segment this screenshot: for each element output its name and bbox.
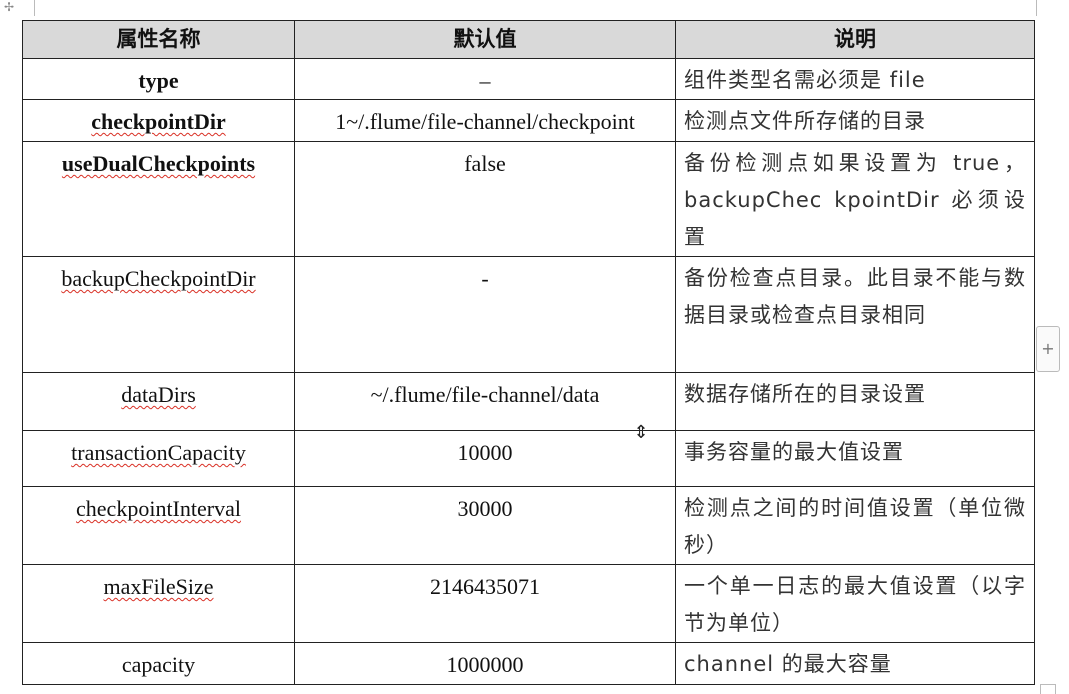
table-row: capacity 1000000 channel 的最大容量 xyxy=(22,642,1035,685)
table-row: type – 组件类型名需必须是 file xyxy=(22,58,1035,100)
table-row: maxFileSize 2146435071 一个单一日志的最大值设置（以字节为… xyxy=(22,564,1035,643)
property-name-cell: checkpointDir xyxy=(22,99,295,142)
property-name-cell: backupCheckpointDir xyxy=(22,256,295,373)
header-description: 说明 xyxy=(675,20,1035,59)
table-row: useDualCheckpoints false 备份检测点如果设置为 true… xyxy=(22,141,1035,257)
property-name-cell: transactionCapacity xyxy=(22,430,295,487)
properties-table: 属性名称 默认值 说明 type – 组件类型名需必须是 file checkp… xyxy=(22,20,1035,685)
description: 备份检查点目录。此目录不能与数据目录或检查点目录相同 xyxy=(675,256,1035,373)
margin-marker-right xyxy=(1036,0,1037,16)
row-resize-cursor-icon: ⇕ xyxy=(633,422,649,443)
property-name-cell: maxFileSize xyxy=(22,564,295,643)
property-name-cell: dataDirs xyxy=(22,372,295,431)
description: 检测点之间的时间值设置（单位微秒） xyxy=(675,486,1035,565)
property-name: capacity xyxy=(22,642,295,685)
default-value: – xyxy=(294,58,676,100)
property-name: checkpointInterval xyxy=(76,496,241,521)
description: 数据存储所在的目录设置 xyxy=(675,372,1035,431)
default-value: false xyxy=(294,141,676,257)
add-column-icon[interactable]: + xyxy=(1036,326,1060,372)
default-value: 2146435071 xyxy=(294,564,676,643)
default-value: - xyxy=(294,256,676,373)
description: 备份检测点如果设置为 true，backupChec kpointDir 必须设… xyxy=(675,141,1035,257)
default-value: 1000000 xyxy=(294,642,676,685)
default-value: 1~/.flume/file-channel/checkpoint xyxy=(294,99,676,142)
table-row: dataDirs ~/.flume/file-channel/data 数据存储… xyxy=(22,372,1035,431)
table-row: checkpointDir 1~/.flume/file-channel/che… xyxy=(22,99,1035,142)
property-name-cell: checkpointInterval xyxy=(22,486,295,565)
description: 检测点文件所存储的目录 xyxy=(675,99,1035,142)
property-name: transactionCapacity xyxy=(71,440,246,465)
default-value: ~/.flume/file-channel/data xyxy=(294,372,676,431)
table-row: backupCheckpointDir - 备份检查点目录。此目录不能与数据目录… xyxy=(22,256,1035,373)
description: 一个单一日志的最大值设置（以字节为单位） xyxy=(675,564,1035,643)
property-name: type xyxy=(22,58,295,100)
header-default-value: 默认值 xyxy=(294,20,676,59)
description: 组件类型名需必须是 file xyxy=(675,58,1035,100)
property-name: backupCheckpointDir xyxy=(61,266,256,291)
table-row: checkpointInterval 30000 检测点之间的时间值设置（单位微… xyxy=(22,486,1035,565)
property-name: dataDirs xyxy=(121,382,196,407)
property-name: checkpointDir xyxy=(91,109,226,134)
table-row: transactionCapacity 10000 事务容量的最大值设置 xyxy=(22,430,1035,487)
description: 事务容量的最大值设置 xyxy=(675,430,1035,487)
property-name-cell: useDualCheckpoints xyxy=(22,141,295,257)
property-name: useDualCheckpoints xyxy=(61,151,256,176)
table-header-row: 属性名称 默认值 说明 xyxy=(22,20,1035,59)
margin-marker-left xyxy=(34,0,35,16)
document-page: ✢ 属性名称 默认值 说明 type – 组件类型名需必须是 file chec… xyxy=(0,0,1069,694)
page-corner-mark xyxy=(1040,684,1056,694)
property-name: maxFileSize xyxy=(103,574,214,599)
default-value: 10000 xyxy=(294,430,676,487)
default-value: 30000 xyxy=(294,486,676,565)
description: channel 的最大容量 xyxy=(675,642,1035,685)
header-attribute-name: 属性名称 xyxy=(22,20,295,59)
move-handle-icon[interactable]: ✢ xyxy=(0,0,18,14)
